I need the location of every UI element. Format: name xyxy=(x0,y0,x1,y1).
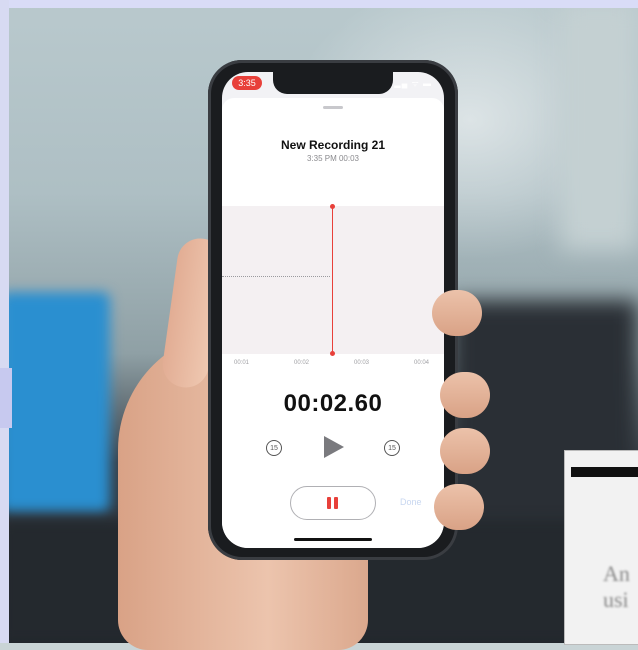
corner-thumbnail: An usi xyxy=(564,450,638,645)
background-light xyxy=(560,0,638,250)
recording-title: New Recording 21 xyxy=(280,138,386,152)
hand-finger xyxy=(434,484,484,530)
elapsed-timer: 00:02.60 xyxy=(283,390,383,417)
phone-screen: 3:35 ▂▄ ᯤ ▬ New Recording 21 3:35 PM 00:… xyxy=(222,72,444,548)
play-icon[interactable] xyxy=(324,436,344,458)
playhead-top-dot xyxy=(330,204,335,209)
recording-sheet: New Recording 21 3:35 PM 00:03 00:01 00:… xyxy=(222,98,444,548)
background-blue-object xyxy=(0,292,110,512)
playhead-bottom-dot xyxy=(330,351,335,356)
tick-label: 00:03 xyxy=(354,360,370,366)
pause-icon xyxy=(327,497,339,509)
status-time: 3:35 xyxy=(232,76,262,90)
top-border xyxy=(0,0,638,8)
hand-finger xyxy=(432,290,482,336)
tick-label: 00:04 xyxy=(414,360,430,366)
thumbnail-bar xyxy=(571,467,638,477)
hand-finger xyxy=(440,428,490,474)
home-indicator[interactable] xyxy=(294,538,372,541)
phone-notch xyxy=(273,72,393,94)
thumbnail-text: An usi xyxy=(603,561,630,612)
status-icons: ▂▄ ᯤ ▬ xyxy=(394,79,432,88)
waveform-area[interactable] xyxy=(222,204,444,356)
phone: 3:35 ▂▄ ᯤ ▬ New Recording 21 3:35 PM 00:… xyxy=(208,60,458,560)
recording-subtitle: 3:35 PM 00:03 xyxy=(306,154,360,163)
sheet-grabber[interactable] xyxy=(323,106,343,109)
tick-label: 00:02 xyxy=(294,360,310,366)
left-accent xyxy=(0,368,12,428)
hand-finger xyxy=(440,372,490,418)
playhead[interactable] xyxy=(332,206,333,354)
skip-forward-15-icon[interactable]: 15 xyxy=(384,440,400,456)
done-button[interactable]: Done xyxy=(400,497,422,507)
waveform-baseline xyxy=(222,276,330,277)
pause-recording-button[interactable] xyxy=(290,486,376,520)
left-border xyxy=(0,0,9,643)
skip-back-15-icon[interactable]: 15 xyxy=(266,440,282,456)
tick-label: 00:01 xyxy=(234,360,250,366)
timeline-ticks: 00:01 00:02 00:03 00:04 xyxy=(222,360,444,370)
playback-controls: 15 15 xyxy=(222,434,444,464)
